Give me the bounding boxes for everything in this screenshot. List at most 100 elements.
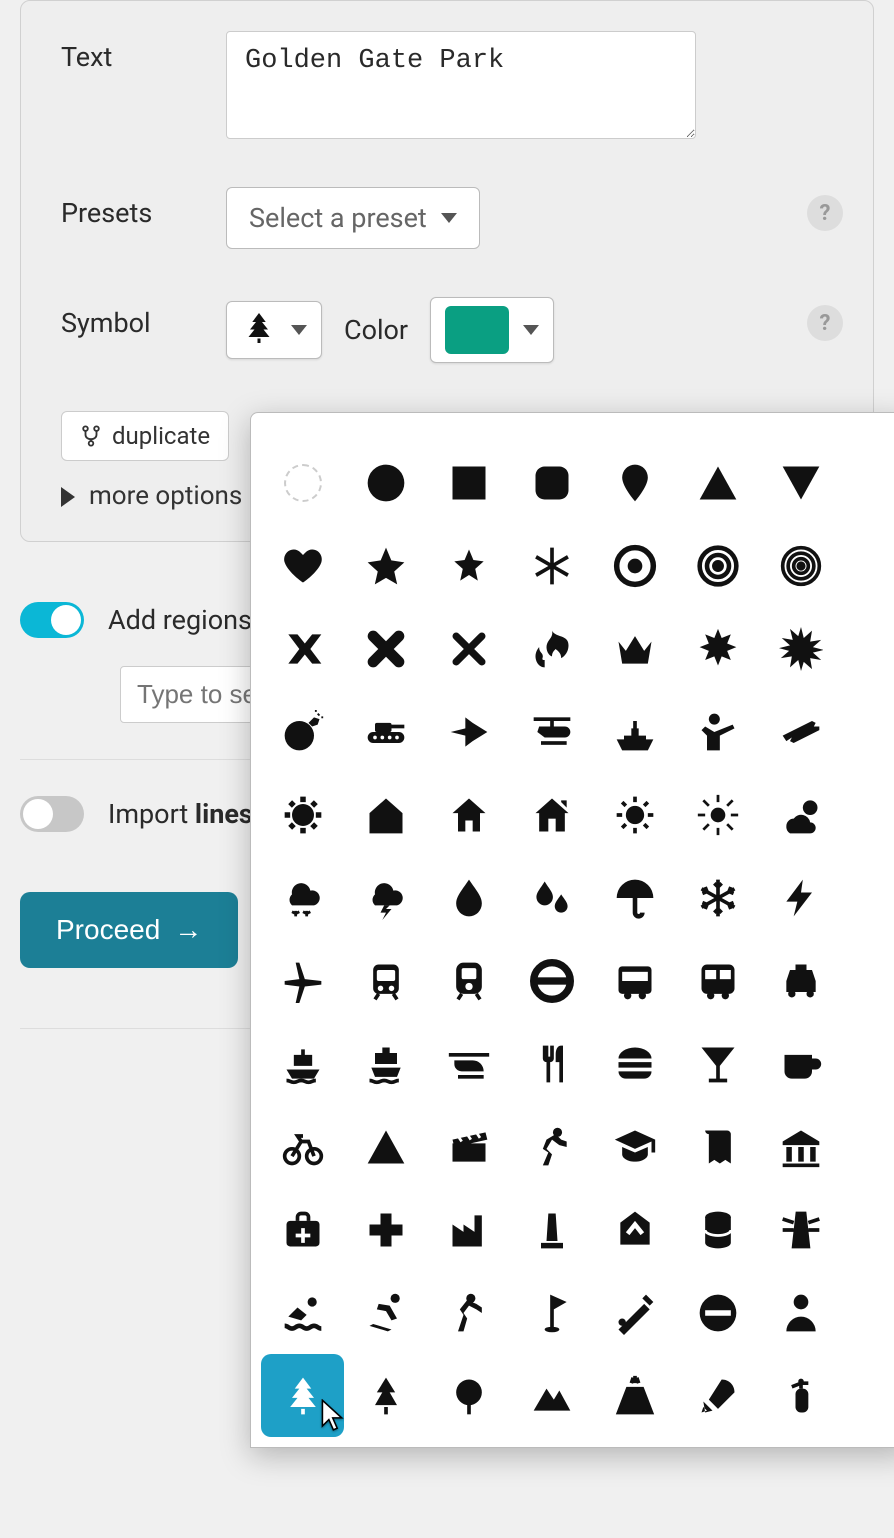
- help-icon[interactable]: ?: [807, 195, 843, 231]
- symbol-burst-alt[interactable]: [759, 607, 842, 690]
- symbol-fire[interactable]: [510, 607, 593, 690]
- proceed-button[interactable]: Proceed →: [20, 892, 238, 968]
- symbol-train[interactable]: [427, 939, 510, 1022]
- symbol-factory[interactable]: [427, 1188, 510, 1271]
- symbol-star-alt[interactable]: [427, 524, 510, 607]
- symbol-helicopter[interactable]: [510, 690, 593, 773]
- symbol-triangle-down[interactable]: [759, 441, 842, 524]
- symbol-heart[interactable]: [261, 524, 344, 607]
- symbol-cloud-sun[interactable]: [759, 773, 842, 856]
- import-lines-toggle[interactable]: [20, 796, 84, 832]
- preset-select[interactable]: Select a preset: [226, 187, 480, 249]
- symbol-swim[interactable]: [261, 1271, 344, 1354]
- symbol-utensils[interactable]: [510, 1022, 593, 1105]
- symbol-book[interactable]: [676, 1105, 759, 1188]
- arrow-right-icon: →: [174, 914, 202, 946]
- symbol-bomb[interactable]: [261, 690, 344, 773]
- symbol-soldier[interactable]: [676, 690, 759, 773]
- symbol-extinguisher[interactable]: [759, 1354, 842, 1437]
- symbol-coffee[interactable]: [759, 1022, 842, 1105]
- symbol-ski[interactable]: [344, 1271, 427, 1354]
- symbol-clapper[interactable]: [427, 1105, 510, 1188]
- symbol-storm[interactable]: [344, 856, 427, 939]
- symbol-volcano[interactable]: [593, 1354, 676, 1437]
- symbol-golf[interactable]: [510, 1271, 593, 1354]
- symbol-plus[interactable]: [344, 1188, 427, 1271]
- symbol-ship-mil[interactable]: [593, 690, 676, 773]
- symbol-none[interactable]: [261, 441, 344, 524]
- symbol-asterisk[interactable]: [510, 524, 593, 607]
- symbol-bat[interactable]: [593, 1271, 676, 1354]
- symbol-mountain[interactable]: [510, 1354, 593, 1437]
- symbol-barrel[interactable]: [676, 1188, 759, 1271]
- symbol-person[interactable]: [759, 1271, 842, 1354]
- symbol-snow[interactable]: [261, 856, 344, 939]
- symbol-bullseye[interactable]: [676, 524, 759, 607]
- symbol-lighthouse[interactable]: [759, 1188, 842, 1271]
- symbol-burger[interactable]: [593, 1022, 676, 1105]
- symbol-snowflake[interactable]: [676, 856, 759, 939]
- symbol-sun[interactable]: [593, 773, 676, 856]
- symbol-picker-popup: [250, 412, 894, 1448]
- symbol-circle[interactable]: [344, 441, 427, 524]
- chevron-down-icon: [523, 325, 539, 335]
- symbol-x-bold[interactable]: [261, 607, 344, 690]
- symbol-sun-alt[interactable]: [676, 773, 759, 856]
- symbol-umbrella[interactable]: [593, 856, 676, 939]
- symbol-grad[interactable]: [593, 1105, 676, 1188]
- symbol-rocket[interactable]: [676, 1354, 759, 1437]
- symbol-rifle[interactable]: [759, 690, 842, 773]
- text-input[interactable]: [226, 31, 696, 139]
- duplicate-button[interactable]: duplicate: [61, 411, 229, 461]
- symbol-virus[interactable]: [261, 773, 344, 856]
- symbol-run[interactable]: [510, 1105, 593, 1188]
- symbol-tree-alt[interactable]: [344, 1354, 427, 1437]
- symbol-plane[interactable]: [261, 939, 344, 1022]
- color-select[interactable]: [430, 297, 554, 363]
- symbol-tree[interactable]: [261, 1354, 344, 1437]
- symbol-taxi[interactable]: [759, 939, 842, 1022]
- symbol-x[interactable]: [344, 607, 427, 690]
- symbol-drop[interactable]: [427, 856, 510, 939]
- symbol-medkit[interactable]: [261, 1188, 344, 1271]
- triangle-right-icon: [61, 487, 75, 507]
- symbol-pin[interactable]: [593, 441, 676, 524]
- symbol-select[interactable]: [226, 301, 322, 359]
- color-swatch: [445, 306, 509, 354]
- symbol-burst[interactable]: [676, 607, 759, 690]
- help-icon[interactable]: ?: [807, 305, 843, 341]
- symbol-x-thin[interactable]: [427, 607, 510, 690]
- symbol-ferry[interactable]: [344, 1022, 427, 1105]
- symbol-bus-alt[interactable]: [676, 939, 759, 1022]
- symbol-home[interactable]: [427, 773, 510, 856]
- symbol-no-entry[interactable]: [676, 1271, 759, 1354]
- symbol-monument[interactable]: [510, 1188, 593, 1271]
- tree-icon: [241, 310, 277, 350]
- add-regions-toggle[interactable]: [20, 602, 84, 638]
- symbol-chimney-house[interactable]: [510, 773, 593, 856]
- symbol-square[interactable]: [427, 441, 510, 524]
- symbol-target[interactable]: [593, 524, 676, 607]
- symbol-tree-round[interactable]: [427, 1354, 510, 1437]
- symbol-triangle-up[interactable]: [676, 441, 759, 524]
- symbol-tube[interactable]: [510, 939, 593, 1022]
- symbol-walk[interactable]: [427, 1271, 510, 1354]
- symbol-rounded-square[interactable]: [510, 441, 593, 524]
- symbol-boat[interactable]: [261, 1022, 344, 1105]
- symbol-crown[interactable]: [593, 607, 676, 690]
- symbol-tank[interactable]: [344, 690, 427, 773]
- symbol-house[interactable]: [344, 773, 427, 856]
- symbol-bike[interactable]: [261, 1105, 344, 1188]
- symbol-drops[interactable]: [510, 856, 593, 939]
- symbol-heli-side[interactable]: [427, 1022, 510, 1105]
- symbol-camp[interactable]: [344, 1105, 427, 1188]
- symbol-spiral[interactable]: [759, 524, 842, 607]
- symbol-subway[interactable]: [344, 939, 427, 1022]
- symbol-metro[interactable]: [593, 1188, 676, 1271]
- symbol-bus[interactable]: [593, 939, 676, 1022]
- symbol-jet[interactable]: [427, 690, 510, 773]
- symbol-museum[interactable]: [759, 1105, 842, 1188]
- symbol-star[interactable]: [344, 524, 427, 607]
- symbol-cocktail[interactable]: [676, 1022, 759, 1105]
- symbol-bolt[interactable]: [759, 856, 842, 939]
